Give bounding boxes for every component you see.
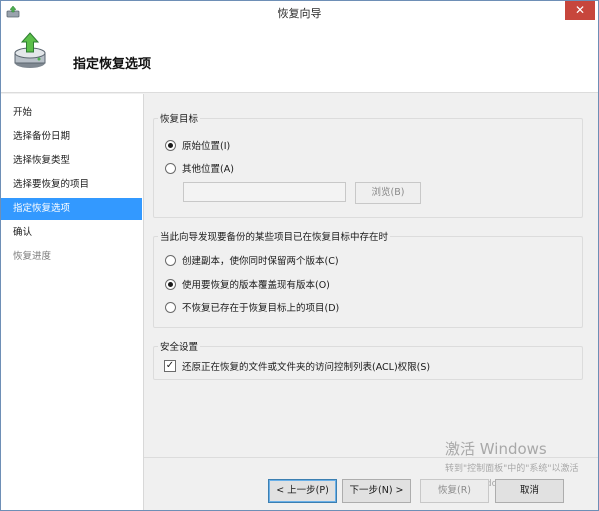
browse-button[interactable]: 浏览(B) xyxy=(355,182,421,204)
other-location-radio[interactable] xyxy=(165,162,176,174)
skip-existing-label: 不恢复已存在于恢复目标上的项目(D) xyxy=(182,303,340,314)
close-icon: ✕ xyxy=(574,3,586,17)
wizard-step-nav: 开始 选择备份日期 选择恢复类型 选择要恢复的项目 指定恢复选项 确认 恢复进度 xyxy=(1,94,144,510)
other-location-path-input[interactable] xyxy=(183,182,346,202)
footer-divider xyxy=(144,457,598,458)
nav-step-options[interactable]: 指定恢复选项 xyxy=(1,198,142,220)
conflict-legend: 当此向导发现要备份的某些项目已在恢复目标中存在时 xyxy=(158,229,391,243)
watermark-title: 激活 Windows xyxy=(445,440,547,458)
restore-wizard-window: 恢复向导 ✕ 指定恢复选项 开始 选择备份日期 选择恢复类型 选择要恢复的项目 … xyxy=(0,0,599,511)
nav-step-backup-date[interactable]: 选择备份日期 xyxy=(1,126,142,148)
skip-existing-radio[interactable] xyxy=(165,301,176,313)
restore-acl-label: 还原正在恢复的文件或文件夹的访问控制列表(ACL)权限(S) xyxy=(182,362,431,373)
nav-step-progress: 恢复进度 xyxy=(13,251,52,262)
security-legend: 安全设置 xyxy=(158,339,201,353)
restore-backup-icon xyxy=(14,32,46,68)
nav-step-start[interactable]: 开始 xyxy=(1,102,142,124)
next-button[interactable]: 下一步(N) > xyxy=(342,479,411,503)
wizard-header: 指定恢复选项 xyxy=(1,23,598,93)
nav-step-recovery-type[interactable]: 选择恢复类型 xyxy=(1,150,142,172)
original-location-label: 原始位置(I) xyxy=(182,141,231,152)
page-title: 指定恢复选项 xyxy=(73,57,152,72)
nav-step-items[interactable]: 选择要恢复的项目 xyxy=(1,174,142,196)
create-copy-label: 创建副本，使你同时保留两个版本(C) xyxy=(182,256,339,267)
overwrite-option[interactable]: 使用要恢复的版本覆盖现有版本(O) xyxy=(165,277,330,291)
other-location-option[interactable]: 其他位置(A) xyxy=(165,161,234,175)
create-copy-radio[interactable] xyxy=(165,254,176,266)
original-location-option[interactable]: 原始位置(I) xyxy=(165,138,230,152)
restore-acl-checkbox[interactable]: ✓ xyxy=(164,360,176,372)
watermark-line: 转到"控制面板"中的"系统"以激活 xyxy=(445,464,579,474)
window-title: 恢复向导 xyxy=(277,7,322,20)
overwrite-radio[interactable] xyxy=(165,278,176,290)
close-button[interactable]: ✕ xyxy=(565,1,595,20)
restore-acl-option[interactable]: ✓ 还原正在恢复的文件或文件夹的访问控制列表(ACL)权限(S) xyxy=(164,359,430,373)
nav-step-confirm[interactable]: 确认 xyxy=(1,222,142,244)
skip-existing-option[interactable]: 不恢复已存在于恢复目标上的项目(D) xyxy=(165,300,339,314)
cancel-button[interactable]: 取消 xyxy=(495,479,564,503)
create-copy-option[interactable]: 创建副本，使你同时保留两个版本(C) xyxy=(165,253,339,267)
other-location-label: 其他位置(A) xyxy=(182,164,234,175)
overwrite-label: 使用要恢复的版本覆盖现有版本(O) xyxy=(182,280,330,291)
back-button[interactable]: < 上一步(P) xyxy=(268,479,337,503)
recover-button: 恢复(R) xyxy=(420,479,489,503)
original-location-radio[interactable] xyxy=(165,139,176,151)
restore-target-legend: 恢复目标 xyxy=(158,111,201,125)
title-bar[interactable]: 恢复向导 ✕ xyxy=(1,1,598,23)
